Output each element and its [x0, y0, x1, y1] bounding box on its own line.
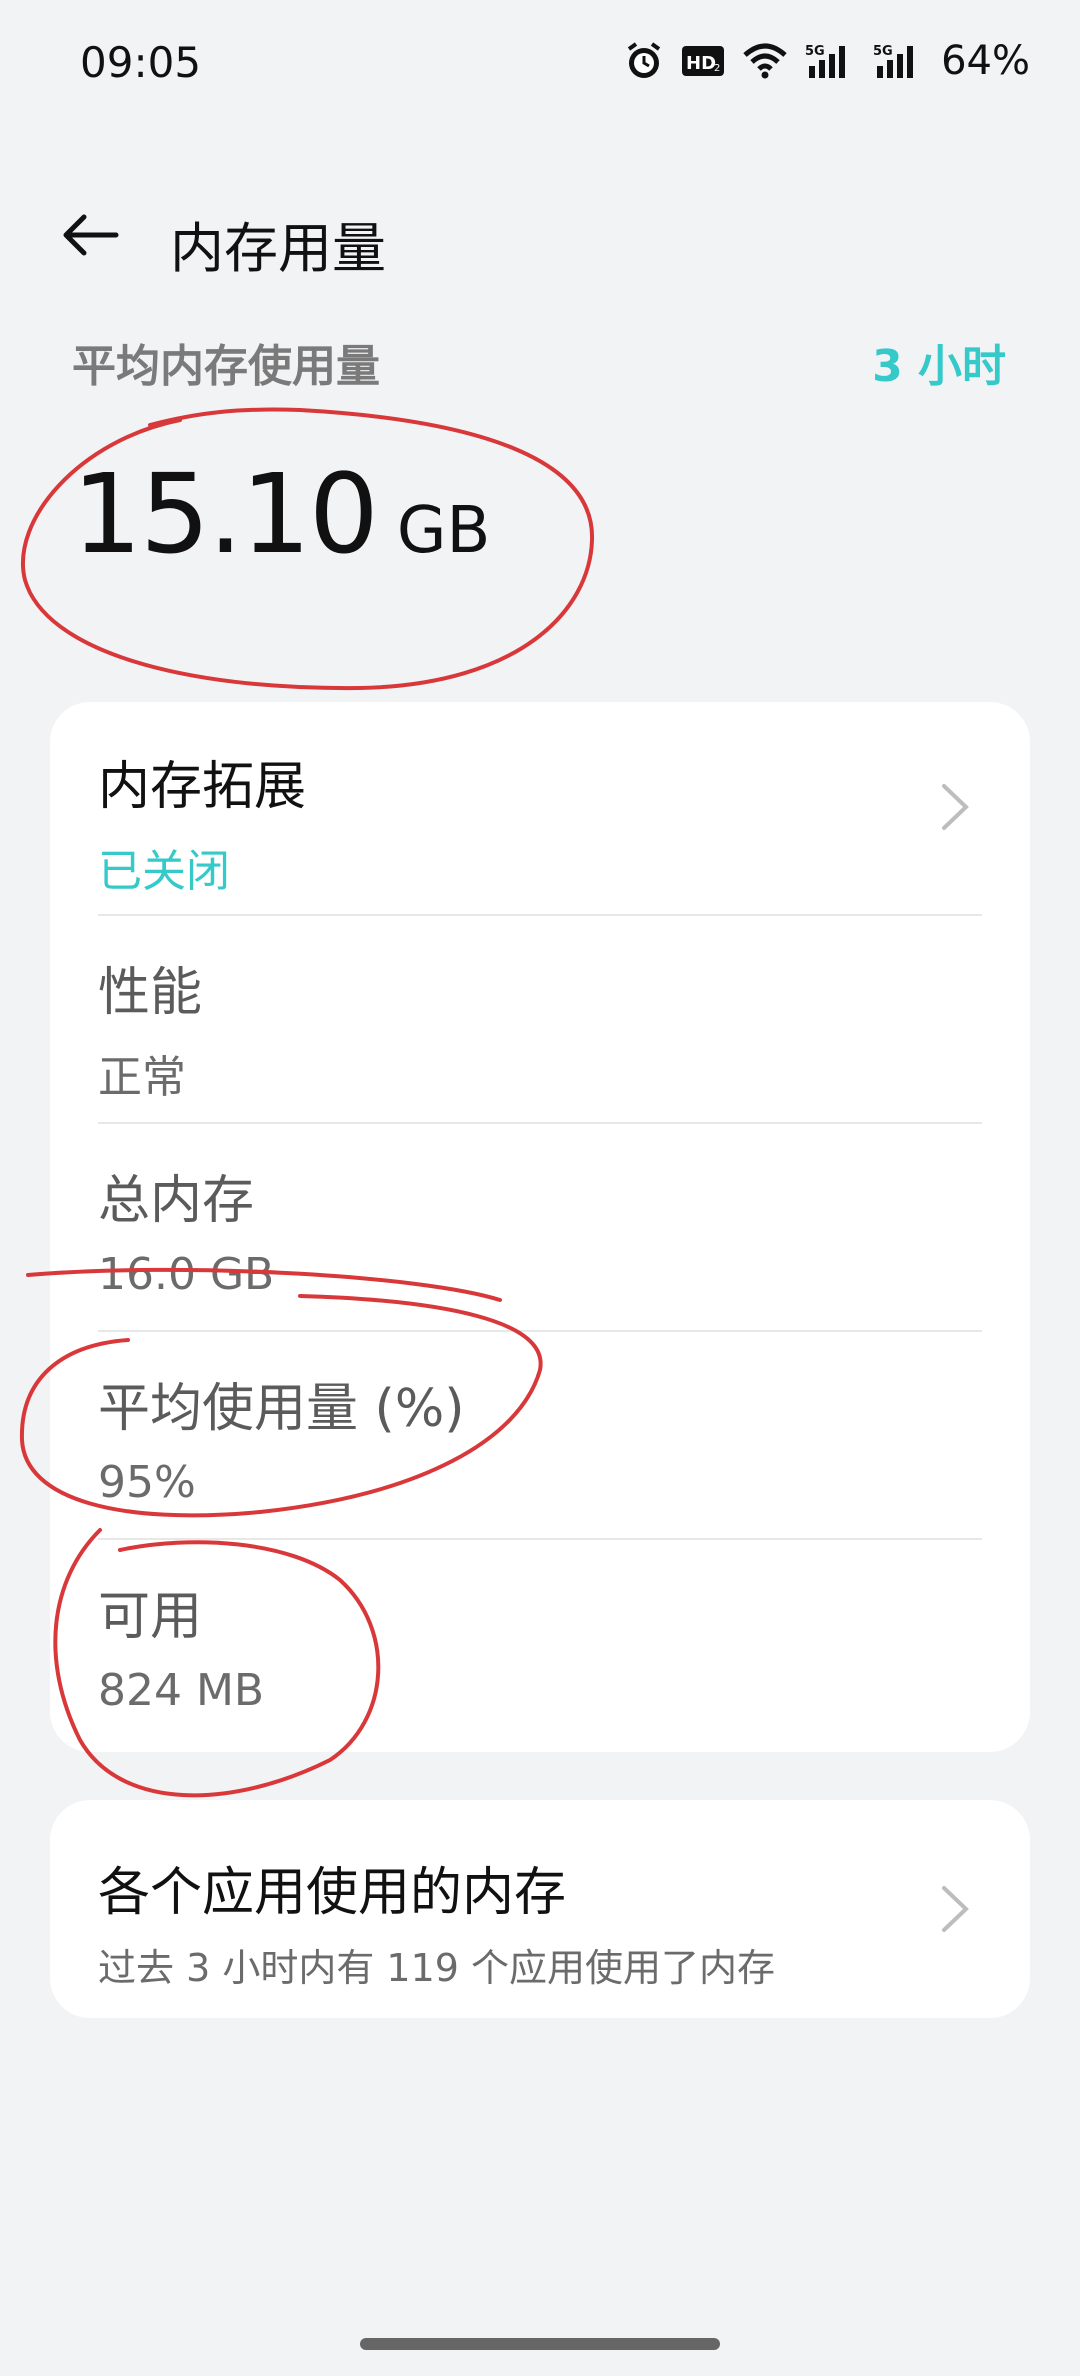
- memory-number: 15.10: [72, 450, 379, 578]
- row-title: 平均使用量 (%): [98, 1379, 465, 1439]
- row-title: 性能: [98, 963, 203, 1023]
- divider: [98, 914, 982, 916]
- wifi-icon: [743, 43, 787, 79]
- row-subtitle: 95%: [98, 1457, 196, 1508]
- divider: [98, 1538, 982, 1540]
- row-title: 可用: [98, 1587, 203, 1647]
- svg-text:5G: 5G: [873, 44, 893, 59]
- battery-percent: 64%: [941, 38, 1030, 84]
- row-title: 总内存: [98, 1171, 255, 1231]
- page-title: 内存用量: [170, 217, 386, 280]
- signal-5g-icon: 5G: [805, 42, 855, 80]
- svg-text:5G: 5G: [805, 44, 825, 59]
- arrow-left-icon: [63, 214, 119, 256]
- divider: [98, 1122, 982, 1124]
- row-average-usage: 平均使用量 (%) 95%: [98, 1366, 982, 1508]
- chevron-right-icon: [942, 1886, 969, 1932]
- alarm-icon: [625, 41, 663, 81]
- app-memory-card[interactable]: 各个应用使用的内存 过去 3 小时内有 119 个应用使用了内存: [50, 1800, 1030, 2018]
- row-total-memory: 总内存 16.0 GB: [98, 1158, 982, 1300]
- row-subtitle: 正常: [98, 1052, 186, 1103]
- status-icons: HD 2 5G 5G 64%: [625, 36, 1030, 86]
- row-title: 各个应用使用的内存: [98, 1863, 567, 1923]
- memory-unit: GB: [396, 494, 491, 568]
- app-memory-row: 各个应用使用的内存 过去 3 小时内有 119 个应用使用了内存: [98, 1850, 982, 1992]
- average-memory-value: 15.10 GB: [72, 450, 490, 578]
- signal-5g-icon: 5G: [873, 42, 923, 80]
- row-available: 可用 824 MB: [98, 1574, 982, 1716]
- header: 内存用量: [0, 190, 1080, 280]
- row-memory-extension[interactable]: 内存拓展 已关闭: [98, 744, 982, 899]
- hd-icon: HD 2: [681, 45, 725, 77]
- row-subtitle: 已关闭: [98, 846, 230, 897]
- chevron-right-icon: [942, 784, 969, 830]
- row-subtitle: 过去 3 小时内有 119 个应用使用了内存: [98, 1946, 776, 1990]
- summary-label: 平均内存使用量: [72, 341, 380, 392]
- memory-details-card: 内存拓展 已关闭 性能 正常 总内存 16.0 GB 平均使用量 (%) 95%…: [50, 702, 1030, 1752]
- row-title: 内存拓展: [98, 757, 307, 817]
- svg-text:HD: HD: [686, 53, 716, 74]
- row-performance: 性能 正常: [98, 950, 982, 1105]
- divider: [98, 1330, 982, 1332]
- row-subtitle: 824 MB: [98, 1665, 265, 1716]
- status-bar: 09:05 HD 2 5G 5G 64%: [0, 0, 1080, 130]
- home-indicator[interactable]: [360, 2338, 720, 2350]
- row-subtitle: 16.0 GB: [98, 1249, 275, 1300]
- svg-text:2: 2: [714, 63, 720, 74]
- status-time: 09:05: [80, 38, 202, 87]
- back-button[interactable]: [50, 200, 130, 270]
- time-range-selector[interactable]: 3 小时: [872, 330, 1006, 394]
